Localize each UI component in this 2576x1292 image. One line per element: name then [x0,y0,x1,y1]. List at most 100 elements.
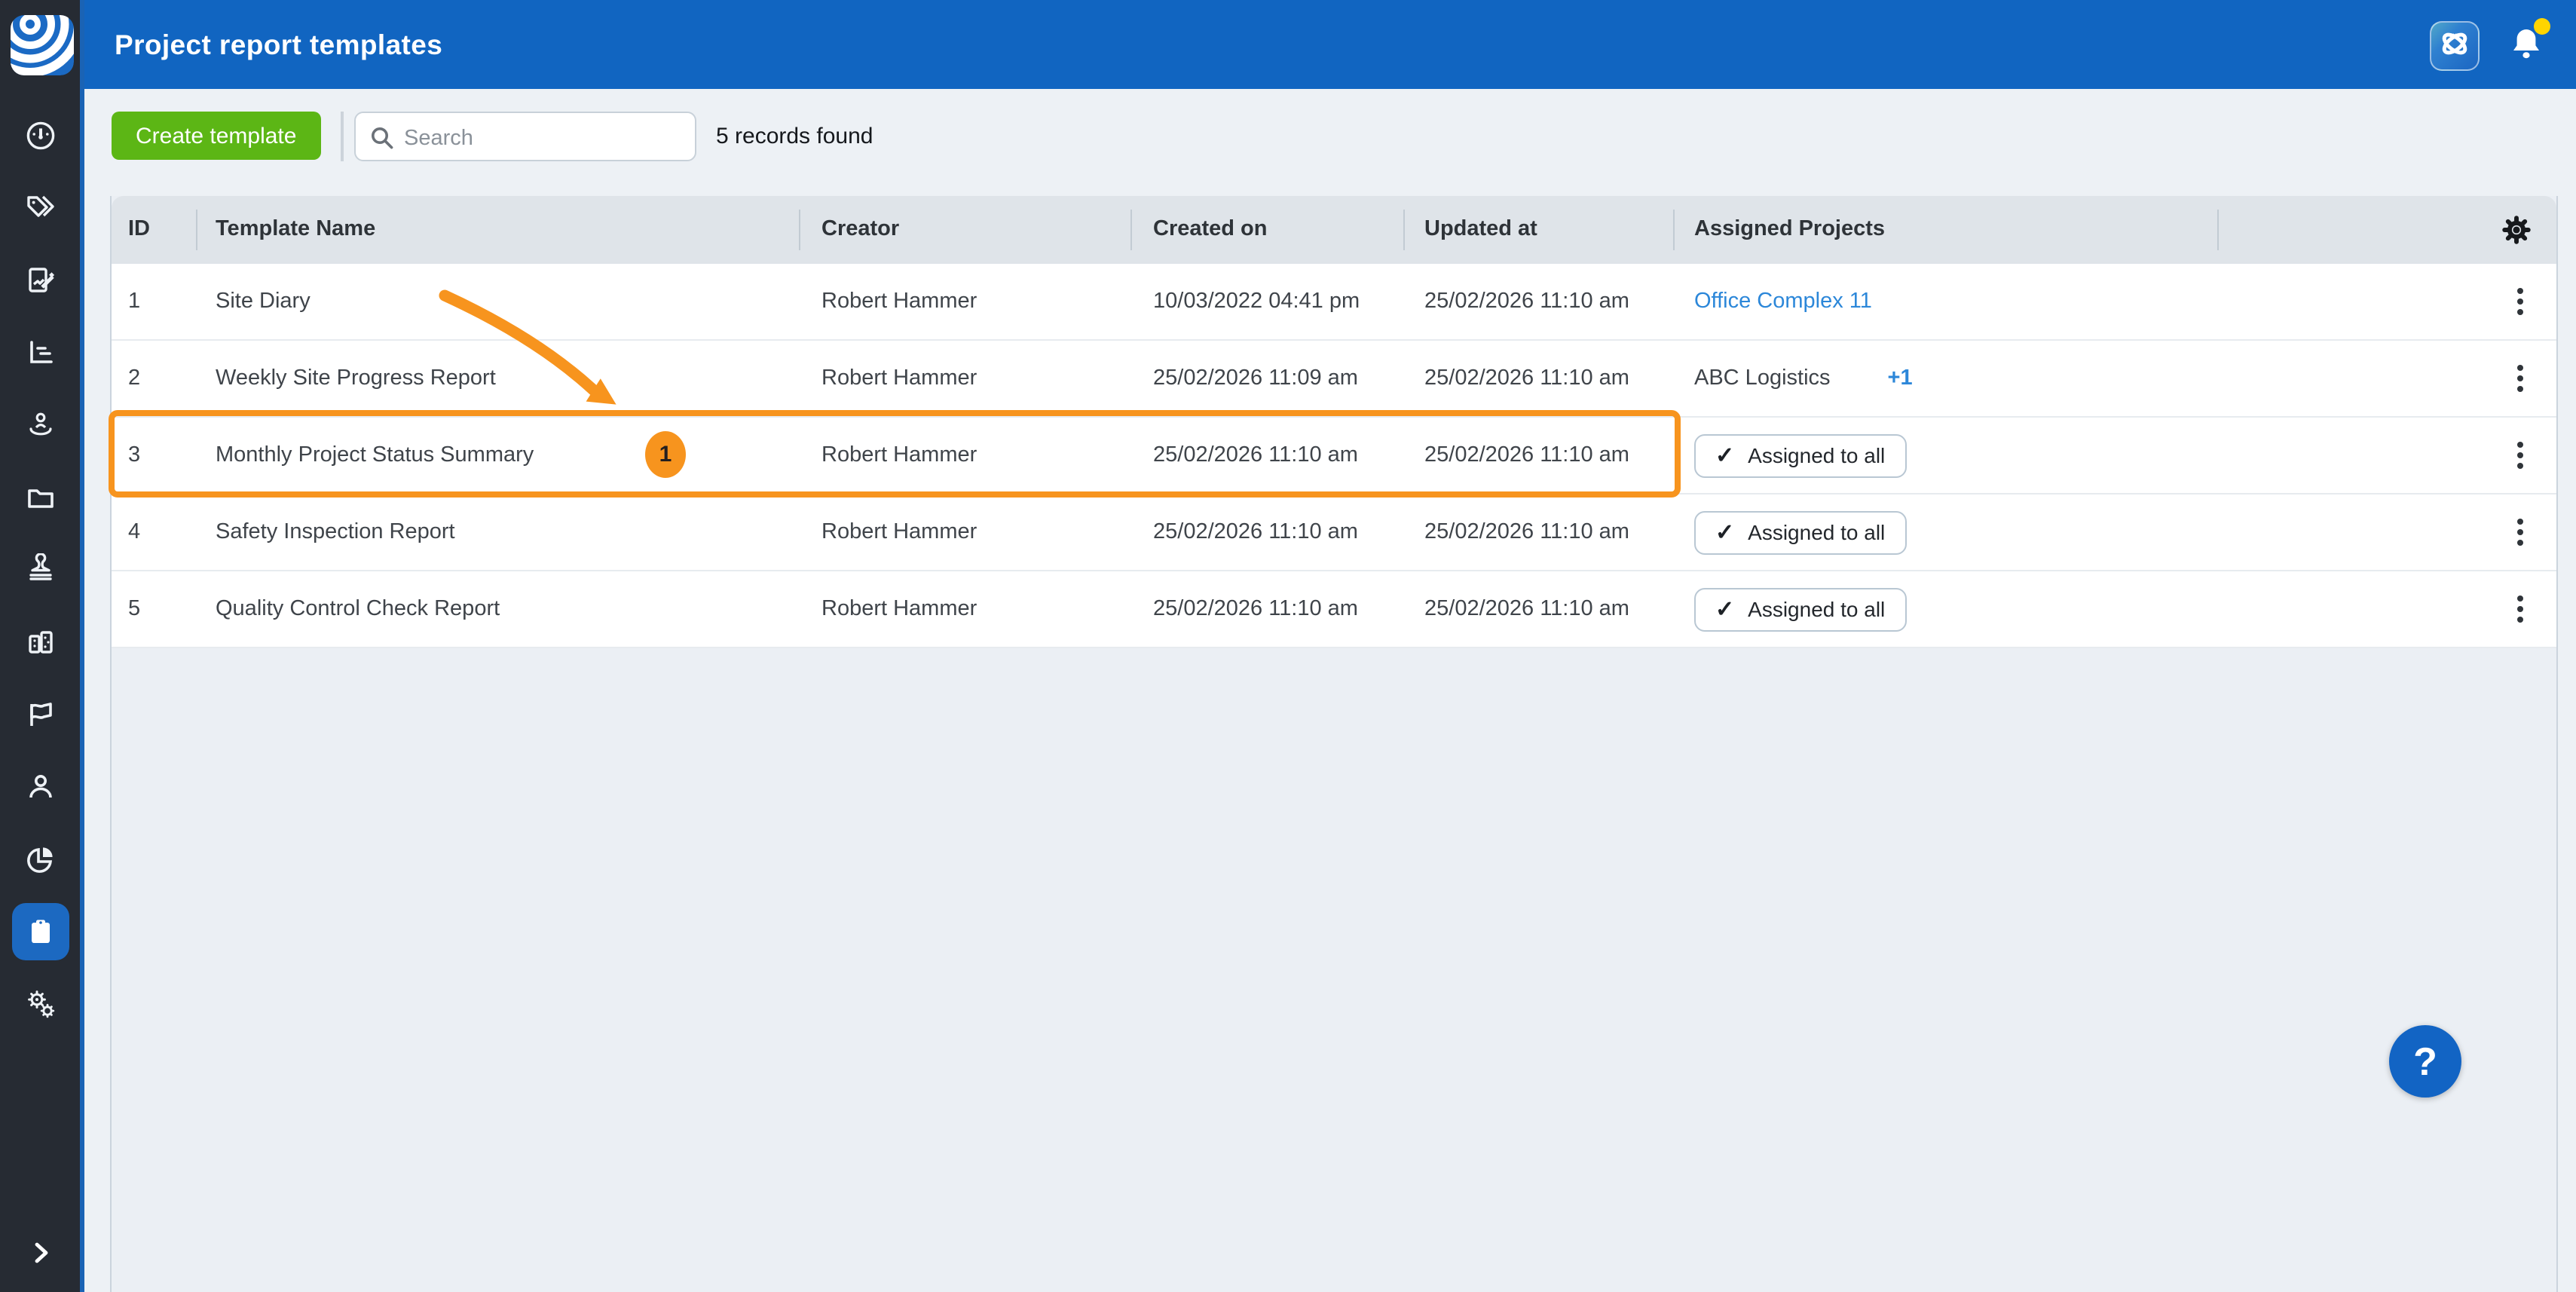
table-row-5[interactable]: 5 Quality Control Check Report Robert Ha… [112,571,2556,648]
templates-table: ID Template Name Creator Created on Upda… [110,196,2558,1292]
cell-creator: Robert Hammer [821,571,977,647]
cell-updated-at: 25/02/2026 11:10 am [1424,418,1629,493]
assigned-to-all-button[interactable]: ✓ Assigned to all [1694,510,1906,554]
cell-updated-at: 25/02/2026 11:10 am [1424,494,1629,570]
check-icon: ✓ [1715,442,1734,469]
table-row-2[interactable]: 2 Weekly Site Progress Report Robert Ham… [112,341,2556,418]
cell-updated-at: 25/02/2026 11:10 am [1424,341,1629,416]
sidebar-item-files[interactable] [22,481,58,514]
bell-icon [2508,44,2544,69]
document-edit-icon [23,264,57,297]
toolbar-divider [341,112,344,161]
assigned-to-all-button[interactable]: ✓ Assigned to all [1694,587,1906,631]
column-header-assigned-projects[interactable]: Assigned Projects [1694,196,1885,264]
row-menu-button[interactable] [2496,494,2544,570]
question-mark-icon: ? [2413,1038,2437,1085]
row-menu-button[interactable] [2496,264,2544,339]
help-button[interactable]: ? [2389,1025,2461,1098]
clipboard-icon [23,915,57,948]
sidebar-item-report-templates[interactable] [22,915,58,948]
sidebar-item-dashboard[interactable] [22,119,58,152]
notification-dot [2534,18,2550,35]
person-location-icon [23,409,57,442]
cell-created-on: 25/02/2026 11:09 am [1153,341,1358,416]
cell-template-name: Site Diary [216,264,311,339]
cell-creator: Robert Hammer [821,341,977,416]
folder-icon [23,481,57,514]
app-switcher-icon [2437,25,2472,67]
sidebar-item-site-diary[interactable] [22,264,58,297]
cell-creator: Robert Hammer [821,494,977,570]
column-divider [1673,210,1675,250]
sidebar-nav [0,119,80,1021]
cell-creator: Robert Hammer [821,418,977,493]
cell-id: 4 [128,494,140,570]
column-divider [799,210,800,250]
column-header-creator[interactable]: Creator [821,196,899,264]
stamp-icon [23,553,57,586]
sidebar-item-tags[interactable] [22,191,58,225]
cell-template-name: Quality Control Check Report [216,571,500,647]
table-row-1[interactable]: 1 Site Diary Robert Hammer 10/03/2022 04… [112,264,2556,341]
check-icon: ✓ [1715,595,1734,623]
gauge-icon [23,119,57,152]
table-row-3[interactable]: 3 Monthly Project Status Summary Robert … [112,418,2556,494]
records-count: 5 records found [716,112,873,161]
row-menu-button[interactable] [2496,418,2544,493]
table-row-4[interactable]: 4 Safety Inspection Report Robert Hammer… [112,494,2556,571]
column-settings-button[interactable] [2501,214,2532,252]
column-header-updated-at[interactable]: Updated at [1424,196,1537,264]
create-template-button[interactable]: Create template [112,112,320,160]
more-projects-link[interactable]: +1 [1888,366,1913,390]
cell-assigned-projects: ✓ Assigned to all [1694,494,1906,570]
cell-id: 3 [128,418,140,493]
tag-icon [23,191,57,225]
cell-created-on: 25/02/2026 11:10 am [1153,418,1358,493]
flag-icon [23,698,57,731]
sidebar-expand-button[interactable] [0,1239,80,1274]
app-root: Project report templates Create template… [0,0,2576,1292]
search-box [354,112,696,161]
column-header-id[interactable]: ID [128,196,150,264]
cell-id: 5 [128,571,140,647]
notifications-button[interactable] [2508,24,2544,63]
sidebar-item-flags[interactable] [22,698,58,731]
cell-assigned-projects: ✓ Assigned to all [1694,418,1906,493]
assigned-to-all-label: Assigned to all [1748,443,1885,467]
column-divider [2217,210,2219,250]
kebab-icon [2517,442,2523,469]
gears-icon [23,987,57,1021]
sidebar-item-approvals[interactable] [22,553,58,586]
sidebar-item-people[interactable] [22,770,58,804]
kebab-icon [2517,365,2523,392]
project-name: ABC Logistics [1694,366,1831,390]
kebab-icon [2517,519,2523,546]
assigned-to-all-button[interactable]: ✓ Assigned to all [1694,433,1906,477]
sidebar-item-settings[interactable] [22,987,58,1021]
cell-created-on: 25/02/2026 11:10 am [1153,571,1358,647]
app-switcher-button[interactable] [2430,21,2480,71]
cell-template-name: Monthly Project Status Summary [216,418,534,493]
sidebar-item-reports[interactable] [22,336,58,369]
buildings-icon [23,626,57,659]
project-link[interactable]: Office Complex 11 [1694,289,1872,314]
main-content: Create template 5 records found ID Templ… [84,89,2576,1292]
search-input[interactable] [401,113,693,163]
row-menu-button[interactable] [2496,571,2544,647]
row-menu-button[interactable] [2496,341,2544,416]
check-icon: ✓ [1715,519,1734,546]
sidebar-item-companies[interactable] [22,626,58,659]
column-divider [1403,210,1405,250]
pie-chart-icon [23,843,57,876]
sidebar [0,0,84,1292]
page-title: Project report templates [115,0,442,89]
assigned-to-all-label: Assigned to all [1748,520,1885,544]
column-divider [1130,210,1132,250]
column-header-created-on[interactable]: Created on [1153,196,1268,264]
column-header-template-name[interactable]: Template Name [216,196,375,264]
assigned-to-all-label: Assigned to all [1748,597,1885,621]
cell-template-name: Safety Inspection Report [216,494,455,570]
top-bar: Project report templates [84,0,2576,89]
sidebar-item-analytics[interactable] [22,843,58,876]
sidebar-item-site-presence[interactable] [22,409,58,442]
